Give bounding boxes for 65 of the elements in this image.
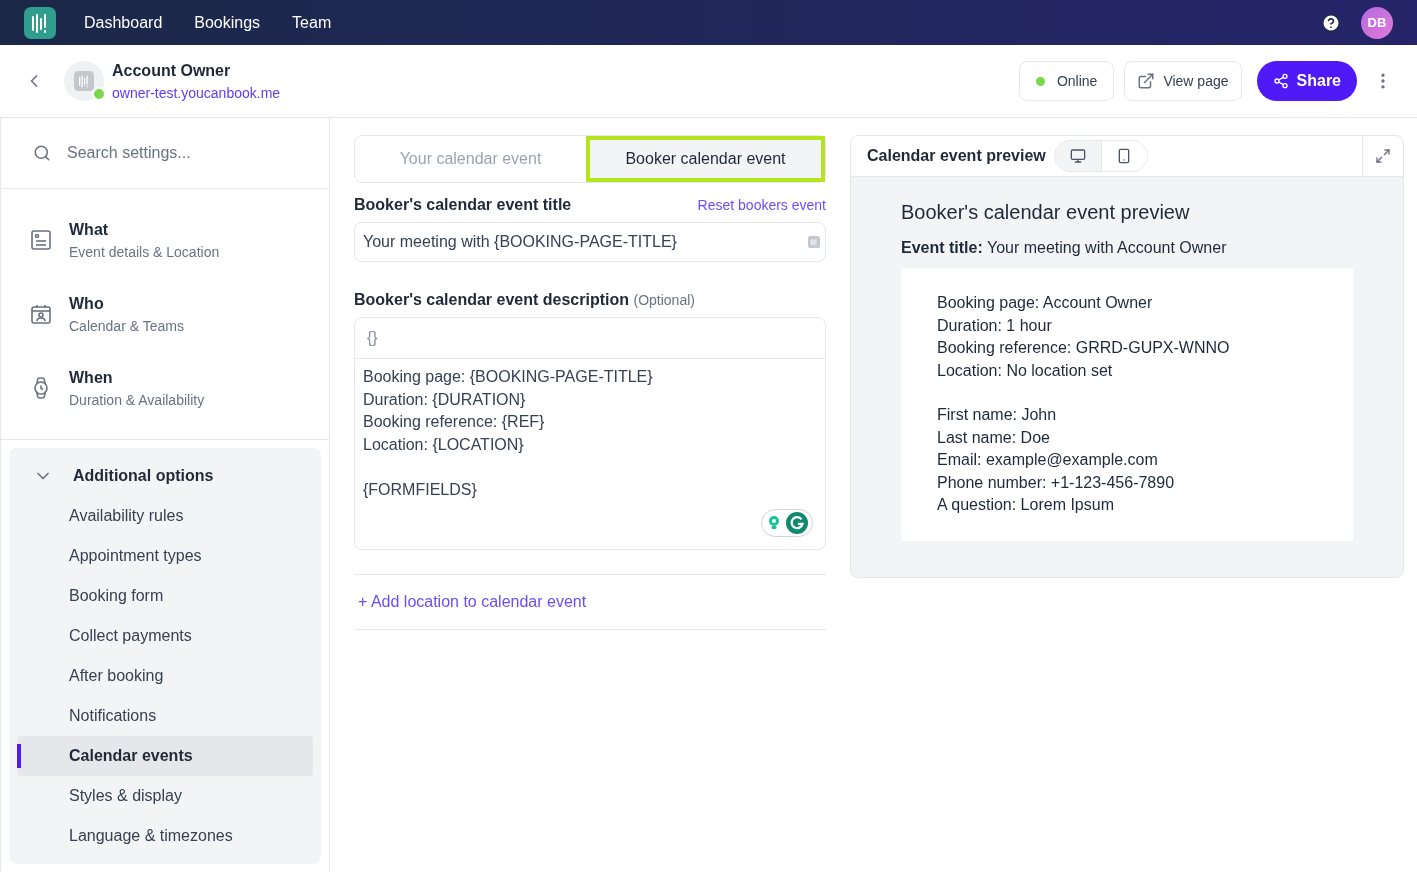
preview-event-title: Event title: Your meeting with Account Owner: [901, 238, 1228, 258]
sidebar-item[interactable]: Booking form: [17, 576, 313, 616]
description-editor[interactable]: {} Booking page: {BOOKING-PAGE-TITLE} Duration: {DURATION} Booking reference: {REF} Location: {LOCATION} {FORMFIELDS}: [354, 317, 826, 550]
add-location-link[interactable]: + Add location to calendar event: [358, 590, 587, 614]
page-logo-icon: [74, 71, 94, 91]
sidebar-item[interactable]: Language & timezones: [17, 816, 313, 856]
lightbulb-icon: [766, 515, 782, 531]
settings-section-item[interactable]: Who Calendar & Teams: [1, 277, 329, 351]
sidebar-item[interactable]: Collect payments: [17, 616, 313, 656]
nav-link[interactable]: Team: [292, 10, 332, 35]
expand-icon[interactable]: [1375, 148, 1391, 164]
section-subtitle: Duration & Availability: [69, 390, 205, 410]
section-title: What: [69, 219, 110, 240]
status-button[interactable]: Online: [1018, 61, 1115, 101]
preview-line: Booking page: Account Owner: [937, 293, 1154, 313]
view-mode-toggle[interactable]: [1100, 141, 1147, 171]
section-title: When: [69, 367, 114, 388]
sidebar-item[interactable]: After booking: [17, 656, 313, 696]
field-label: Booker's calendar event description: [354, 291, 630, 308]
section-subtitle: Calendar & Teams: [69, 316, 184, 336]
search-field[interactable]: Search settings...: [67, 141, 297, 165]
preview-title: Calendar event preview: [867, 146, 1046, 166]
preview-line: Phone number: +1-123-456-7890: [937, 472, 1176, 493]
desktop-icon: [1069, 148, 1086, 164]
sidebar-item[interactable]: Availability rules: [17, 496, 313, 536]
preview-line: Booking reference: GRRD-GUPX-WNNO: [937, 338, 1231, 358]
preview-heading: Booker's calendar event preview: [901, 200, 1191, 225]
field-label: Booker's calendar event title: [354, 195, 572, 215]
grammar-assistant-widget[interactable]: [761, 509, 813, 537]
preview-line: Last name: Doe: [937, 427, 1051, 448]
sidebar-item[interactable]: Styles & display: [17, 776, 313, 816]
sidebar-item[interactable]: Appointment types: [17, 536, 313, 576]
preview-line: Email: example@example.com: [937, 450, 1159, 470]
g-letter-logo-icon: [786, 512, 808, 534]
app-logo-icon: [24, 6, 56, 39]
page-url-link[interactable]: owner-test.youcanbook.me: [112, 82, 281, 104]
view-mode-toggle[interactable]: [1054, 141, 1101, 171]
help-icon[interactable]: [1321, 12, 1341, 33]
external-link-icon: [1137, 72, 1156, 90]
tab[interactable]: Booker calendar event: [586, 136, 825, 182]
title-input-field[interactable]: Your meeting with {BOOKING-PAGE-TITLE}: [354, 222, 826, 262]
settings-section-item[interactable]: When Duration & Availability: [1, 351, 329, 425]
optional-label: (Optional): [633, 292, 695, 308]
preview-line: A question: Lorem Ipsum: [937, 495, 1115, 515]
plugin-icon: [808, 236, 820, 248]
id-card-icon: [29, 228, 53, 252]
settings-section-item[interactable]: What Event details & Location: [1, 203, 329, 277]
search-icon: [33, 144, 51, 162]
section-subtitle: Event details & Location: [69, 242, 220, 262]
nav-link[interactable]: Bookings: [194, 10, 261, 35]
section-title: Who: [69, 293, 105, 314]
additional-options-toggle[interactable]: Additional options: [9, 456, 321, 496]
preview-line: First name: John: [937, 405, 1058, 425]
sidebar-item[interactable]: Notifications: [17, 696, 313, 736]
reset-link[interactable]: Reset bookers event: [697, 194, 826, 216]
share-icon: [1272, 73, 1289, 89]
view-page-button[interactable]: View page: [1124, 61, 1242, 101]
calendar-person-icon: [29, 302, 53, 326]
page-title: Account Owner: [112, 60, 232, 81]
preview-line: Location: No location set: [937, 360, 1114, 381]
preview-line: Duration: 1 hour: [937, 315, 1053, 336]
nav-link[interactable]: Dashboard: [84, 10, 163, 35]
selection-indicator: [17, 744, 21, 768]
share-button[interactable]: Share: [1256, 61, 1357, 101]
sidebar-item[interactable]: Calendar events: [17, 736, 313, 776]
